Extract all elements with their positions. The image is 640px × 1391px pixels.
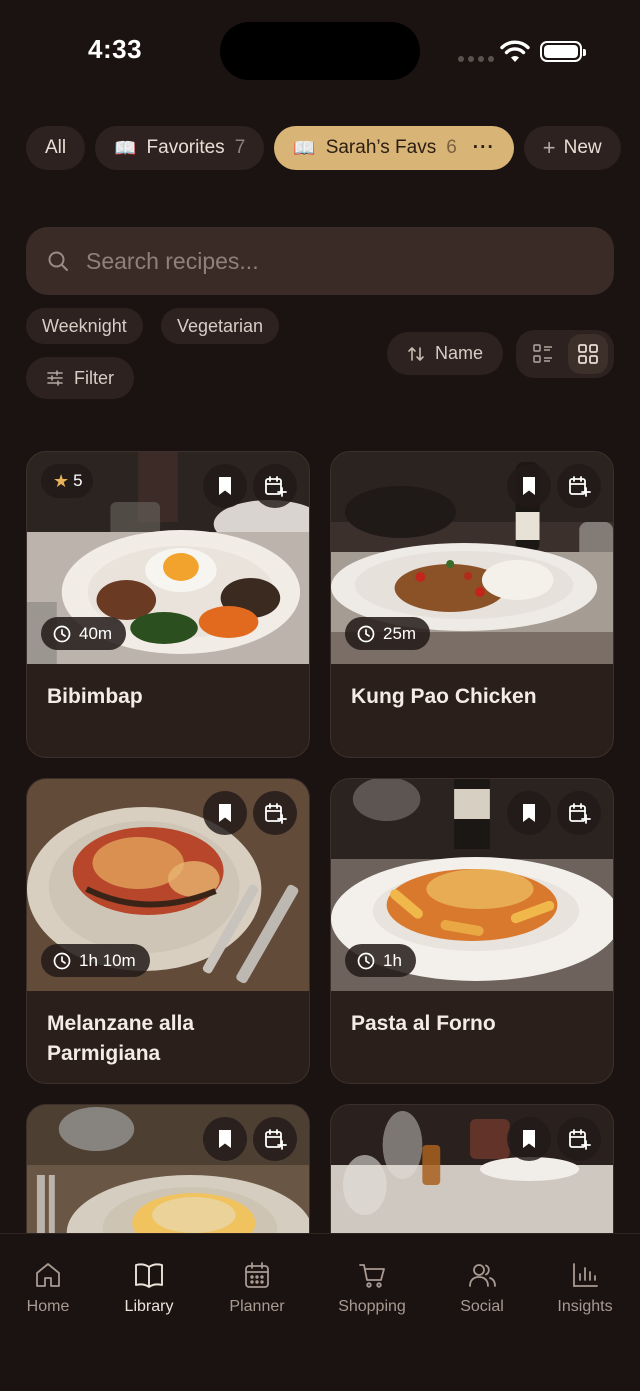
calendar-plus-icon [265,1129,287,1150]
star-icon: ★ [53,470,70,491]
dynamic-island [220,22,420,80]
book-icon: 📖 [114,137,137,158]
duration-badge: 40m [41,617,127,650]
sort-icon [408,346,424,361]
wifi-icon [500,40,530,62]
recipe-card[interactable]: ★ 5 40m Bibimbap [26,451,310,758]
signal-icon [458,56,494,62]
bookmark-button[interactable] [507,791,551,835]
tab-shopping[interactable]: Shopping [322,1260,422,1316]
tab-library[interactable]: Library [99,1260,199,1316]
recipe-title: Bibimbap [47,685,143,708]
bar-chart-icon [573,1263,598,1287]
collection-count: 7 [234,137,246,158]
add-to-planner-button[interactable] [557,464,601,508]
duration-badge: 25m [345,617,431,650]
bookmark-button[interactable] [203,1117,247,1161]
calendar-plus-icon [569,803,591,824]
recipe-title: Pasta al Forno [351,1012,496,1035]
bookmark-icon [219,804,231,822]
bookmark-icon [523,804,535,822]
recipe-card[interactable]: 1h 10m Melanzane alla Parmigiana [26,778,310,1084]
clock-icon [357,625,375,642]
book-icon [135,1263,163,1288]
calendar-icon [245,1262,269,1288]
status-time: 4:33 [88,34,143,64]
duration-badge: 1h 10m [41,944,150,977]
more-options-icon[interactable]: ··· [473,137,495,159]
sliders-icon [47,370,63,386]
battery-icon [540,41,586,62]
bookmark-button[interactable] [203,464,247,508]
grid-view-button[interactable] [567,334,608,374]
bookmark-icon [523,1130,535,1148]
clock-icon [53,625,71,642]
recipe-photo: ★ 5 40m [27,452,309,664]
cart-icon [359,1264,385,1288]
add-to-planner-button[interactable] [253,464,297,508]
view-toggle [516,330,614,378]
recipe-title: Melanzane alla Parmigiana [47,1012,195,1065]
calendar-plus-icon [569,1129,591,1150]
calendar-plus-icon [569,476,591,497]
bookmark-button[interactable] [507,1117,551,1161]
tag-vegetarian[interactable]: Vegetarian [161,308,280,344]
list-view-button[interactable] [523,334,563,374]
bookmark-icon [219,1130,231,1148]
collection-chip-all[interactable]: All [26,126,86,170]
sort-button[interactable]: Name [387,332,504,375]
bookmark-icon [219,477,231,495]
clock-icon [53,952,71,969]
tab-planner[interactable]: Planner [207,1260,307,1316]
tab-home[interactable]: Home [0,1260,98,1316]
search-placeholder: Search recipes... [86,247,259,274]
bottom-navigation: Home Library Planner Shopping Social Ins… [0,1233,640,1391]
rating-badge: ★ 5 [41,464,93,498]
add-to-planner-button[interactable] [253,791,297,835]
list-view-icon [532,344,552,363]
tab-social[interactable]: Social [432,1260,532,1316]
add-to-planner-button[interactable] [557,791,601,835]
recipe-photo: 1h [331,779,613,991]
duration-badge: 1h [345,944,416,977]
collection-tabs: All 📖 Favorites 7 📖 Sarah’s Favs 6 ··· +… [26,126,640,170]
tag-weeknight[interactable]: Weeknight [26,308,143,344]
new-collection-button[interactable]: + New [523,126,621,170]
bookmark-icon [523,477,535,495]
home-icon [36,1263,60,1287]
search-input[interactable]: Search recipes... [26,227,614,295]
add-to-planner-button[interactable] [253,1117,297,1161]
search-icon [48,251,68,271]
grid-view-icon [577,344,598,364]
bookmark-button[interactable] [203,791,247,835]
collection-chip-favorites[interactable]: 📖 Favorites 7 [95,126,265,170]
clock-icon [357,952,375,969]
collection-chip-sarahs-favs[interactable]: 📖 Sarah’s Favs 6 ··· [274,126,514,170]
tab-insights[interactable]: Insights [535,1260,635,1316]
status-bar: 4:33 [0,0,640,100]
collection-count: 6 [446,137,457,158]
recipe-photo: 1h 10m [27,779,309,991]
bookmark-button[interactable] [507,464,551,508]
book-icon: 📖 [293,137,316,158]
recipe-photo: 25m [331,452,613,664]
plus-icon: + [542,135,556,160]
recipe-title: Kung Pao Chicken [351,685,537,708]
filter-button[interactable]: Filter [26,357,134,399]
calendar-plus-icon [265,803,287,824]
recipe-card[interactable]: 25m Kung Pao Chicken [330,451,614,758]
add-to-planner-button[interactable] [557,1117,601,1161]
calendar-plus-icon [265,476,287,497]
users-icon [469,1264,496,1287]
recipe-card[interactable]: 1h Pasta al Forno [330,778,614,1084]
